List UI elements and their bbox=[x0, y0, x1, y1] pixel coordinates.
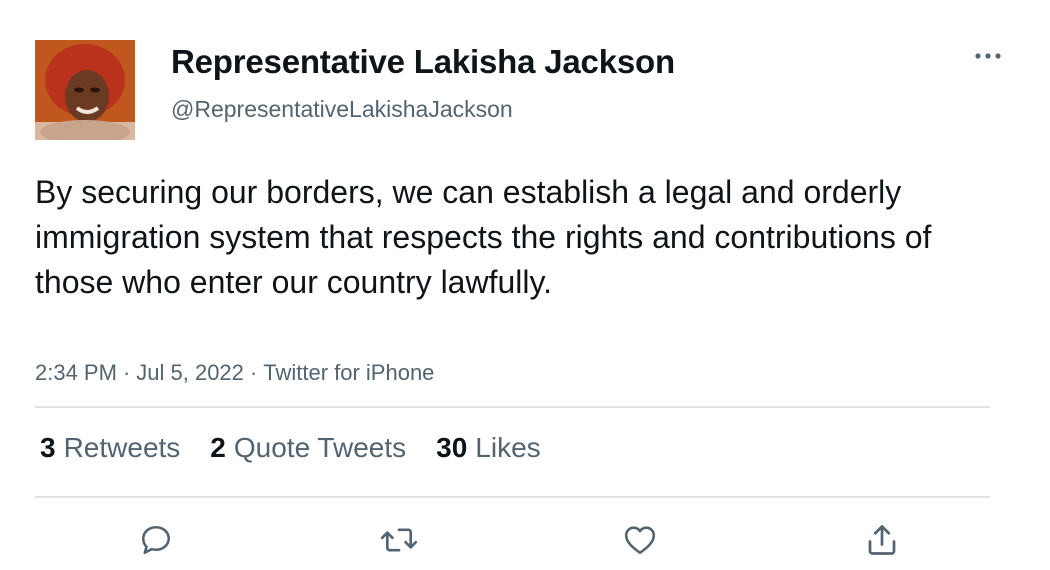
likes-count: 30 bbox=[436, 432, 468, 463]
tweet-text: By securing our borders, we can establis… bbox=[35, 174, 932, 300]
share-icon bbox=[868, 525, 896, 555]
avatar-photo bbox=[35, 40, 135, 140]
likes-stat[interactable]: 30 Likes bbox=[436, 432, 541, 464]
reply-button[interactable] bbox=[134, 518, 178, 562]
avatar[interactable] bbox=[35, 40, 135, 140]
reply-icon bbox=[141, 525, 171, 555]
tweet-date[interactable]: Jul 5, 2022 bbox=[136, 360, 244, 385]
likes-label: Likes bbox=[475, 432, 541, 463]
divider-bottom bbox=[35, 496, 990, 498]
quote-tweets-count: 2 bbox=[210, 432, 226, 463]
divider-top bbox=[35, 406, 990, 408]
heart-icon bbox=[624, 526, 656, 555]
user-handle[interactable]: @RepresentativeLakishaJackson bbox=[171, 96, 513, 123]
display-name[interactable]: Representative Lakisha Jackson bbox=[171, 43, 675, 81]
more-options-button[interactable] bbox=[968, 42, 1008, 70]
like-button[interactable] bbox=[618, 518, 662, 562]
tweet-stats: 3 Retweets 2 Quote Tweets 30 Likes bbox=[40, 432, 541, 464]
retweet-icon bbox=[380, 528, 418, 552]
tweet-time[interactable]: 2:34 PM bbox=[35, 360, 117, 385]
retweets-count: 3 bbox=[40, 432, 56, 463]
meta-separator: · bbox=[249, 360, 258, 385]
quote-tweets-stat[interactable]: 2 Quote Tweets bbox=[210, 432, 406, 464]
more-horizontal-icon bbox=[975, 53, 1001, 59]
retweet-button[interactable] bbox=[377, 518, 421, 562]
tweet-source[interactable]: Twitter for iPhone bbox=[263, 360, 434, 385]
meta-separator: · bbox=[122, 360, 131, 385]
tweet-actions bbox=[0, 518, 1050, 562]
retweets-label: Retweets bbox=[63, 432, 181, 463]
share-button[interactable] bbox=[860, 518, 904, 562]
retweets-stat[interactable]: 3 Retweets bbox=[40, 432, 180, 464]
tweet-meta: 2:34 PM · Jul 5, 2022 · Twitter for iPhone bbox=[35, 360, 434, 386]
quote-tweets-label: Quote Tweets bbox=[233, 432, 407, 463]
